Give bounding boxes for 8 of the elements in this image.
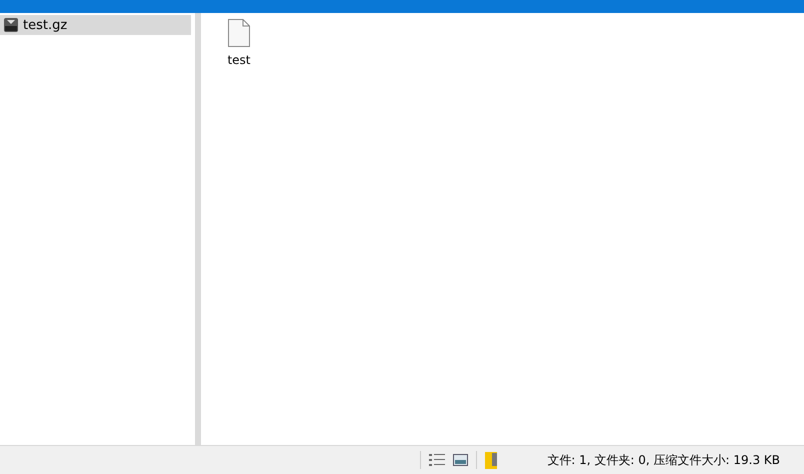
archive-icon: [3, 17, 19, 33]
file-icon[interactable]: [228, 19, 250, 47]
file-name[interactable]: test: [227, 53, 251, 67]
status-text: 文件: 1, 文件夹: 0, 压缩文件大小: 19.3 KB: [547, 452, 780, 468]
details-view-icon[interactable]: [429, 453, 446, 467]
tree-item[interactable]: test.gz: [0, 15, 191, 35]
thumbnail-view-icon[interactable]: [453, 454, 468, 466]
folder-icon[interactable]: [485, 451, 500, 469]
